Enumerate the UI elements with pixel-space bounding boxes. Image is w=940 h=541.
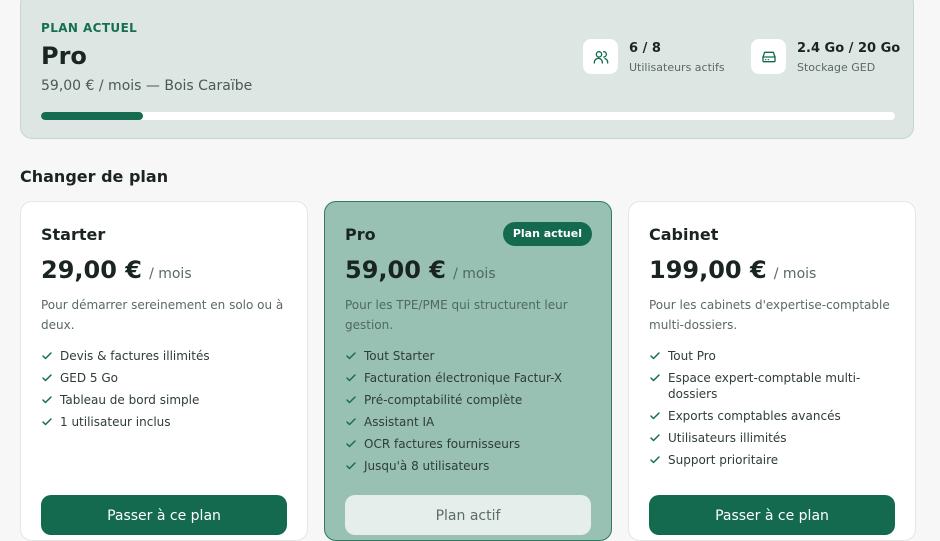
check-icon bbox=[346, 462, 356, 470]
list-item: Espace expert-comptable multi-dossiers bbox=[649, 370, 897, 402]
plan-period: / mois bbox=[453, 266, 496, 282]
plan-card-cabinet: Cabinet 199,00 € / mois Pour les cabinet… bbox=[628, 201, 916, 541]
list-item: Tableau de bord simple bbox=[41, 392, 289, 408]
plan-name: Pro bbox=[345, 225, 376, 244]
check-icon bbox=[346, 374, 356, 382]
check-icon bbox=[346, 352, 356, 360]
plan-amount: 29,00 € bbox=[41, 256, 142, 284]
current-plan-kicker: PLAN ACTUEL bbox=[41, 21, 138, 35]
check-icon bbox=[346, 396, 356, 404]
usage-progress-bar bbox=[41, 112, 895, 120]
check-icon bbox=[650, 434, 660, 442]
list-item: Tout Starter bbox=[345, 348, 593, 364]
plan-description: Pour les TPE/PME qui structurent leur ge… bbox=[345, 298, 568, 332]
plan-feature-list: Tout Starter Facturation électronique Fa… bbox=[345, 348, 593, 480]
check-icon bbox=[42, 418, 52, 426]
feature-label: Utilisateurs illimités bbox=[668, 431, 787, 445]
feature-label: Tableau de bord simple bbox=[60, 393, 200, 407]
hard-drive-icon bbox=[751, 39, 786, 74]
feature-label: Espace expert-comptable multi-dossiers bbox=[668, 371, 861, 401]
plan-description: Pour les cabinets d'expertise-comptable … bbox=[649, 298, 890, 332]
check-icon bbox=[42, 374, 52, 382]
list-item: Devis & factures illimités bbox=[41, 348, 289, 364]
feature-label: Assistant IA bbox=[364, 415, 435, 429]
list-item: Assistant IA bbox=[345, 414, 593, 430]
check-icon bbox=[650, 412, 660, 420]
storage-stat-value: 2.4 Go / 20 Go bbox=[797, 41, 901, 56]
list-item: Exports comptables avancés bbox=[649, 408, 897, 424]
current-plan-name: Pro bbox=[41, 42, 87, 70]
plan-amount: 59,00 € bbox=[345, 256, 446, 284]
check-icon bbox=[650, 456, 660, 464]
section-title: Changer de plan bbox=[20, 167, 169, 186]
list-item: 1 utilisateur inclus bbox=[41, 414, 289, 430]
check-icon bbox=[346, 418, 356, 426]
list-item: GED 5 Go bbox=[41, 370, 289, 386]
upgrade-cabinet-button[interactable]: Passer à ce plan bbox=[649, 495, 895, 535]
list-item: OCR factures fournisseurs bbox=[345, 436, 593, 452]
feature-label: Support prioritaire bbox=[668, 453, 779, 467]
check-icon bbox=[650, 352, 660, 360]
feature-label: Pré-comptabilité complète bbox=[364, 393, 523, 407]
check-icon bbox=[42, 352, 52, 360]
plan-card-starter: Starter 29,00 € / mois Pour démarrer ser… bbox=[20, 201, 308, 541]
list-item: Jusqu'à 8 utilisateurs bbox=[345, 458, 593, 474]
users-icon bbox=[583, 39, 618, 74]
plan-period: / mois bbox=[149, 266, 192, 282]
list-item: Utilisateurs illimités bbox=[649, 430, 897, 446]
plan-feature-list: Devis & factures illimités GED 5 Go Tabl… bbox=[41, 348, 289, 436]
current-plan-badge: Plan actuel bbox=[502, 222, 592, 246]
feature-label: Devis & factures illimités bbox=[60, 349, 210, 363]
feature-label: OCR factures fournisseurs bbox=[364, 437, 521, 451]
feature-label: GED 5 Go bbox=[60, 371, 119, 385]
check-icon bbox=[346, 440, 356, 448]
feature-label: Facturation électronique Factur-X bbox=[364, 371, 563, 385]
plan-period: / mois bbox=[773, 266, 817, 282]
current-plan-card: PLAN ACTUEL Pro 59,00 € / mois — Bois Ca… bbox=[20, 0, 914, 139]
plan-description: Pour démarrer sereinement en solo ou à d… bbox=[41, 298, 284, 332]
plan-price: 59,00 € / mois bbox=[345, 256, 496, 284]
feature-label: Tout Pro bbox=[668, 349, 716, 363]
list-item: Pré-comptabilité complète bbox=[345, 392, 593, 408]
users-stat-value: 6 / 8 bbox=[629, 41, 661, 56]
feature-label: Tout Starter bbox=[364, 349, 435, 363]
usage-progress-fill bbox=[41, 112, 144, 120]
current-plan-price: 59,00 € / mois — Bois Caraïbe bbox=[41, 78, 253, 94]
storage-stat-label: Stockage GED bbox=[797, 61, 876, 74]
list-item: Tout Pro bbox=[649, 348, 897, 364]
plan-price: 29,00 € / mois bbox=[41, 256, 192, 284]
plan-name: Starter bbox=[41, 225, 106, 244]
plan-feature-list: Tout Pro Espace expert-comptable multi-d… bbox=[649, 348, 897, 474]
list-item: Support prioritaire bbox=[649, 452, 897, 468]
feature-label: Jusqu'à 8 utilisateurs bbox=[364, 459, 490, 473]
upgrade-starter-button[interactable]: Passer à ce plan bbox=[41, 495, 287, 535]
list-item: Facturation électronique Factur-X bbox=[345, 370, 593, 386]
plan-amount: 199,00 € bbox=[649, 256, 767, 284]
feature-label: Exports comptables avancés bbox=[668, 409, 841, 423]
feature-label: 1 utilisateur inclus bbox=[60, 415, 171, 429]
active-plan-button[interactable]: Plan actif bbox=[345, 495, 591, 535]
check-icon bbox=[650, 374, 660, 382]
plan-card-pro: Pro Plan actuel 59,00 € / mois Pour les … bbox=[324, 201, 612, 541]
plan-name: Cabinet bbox=[649, 225, 719, 244]
check-icon bbox=[42, 396, 52, 404]
users-stat-label: Utilisateurs actifs bbox=[629, 61, 725, 74]
plan-price: 199,00 € / mois bbox=[649, 256, 816, 284]
